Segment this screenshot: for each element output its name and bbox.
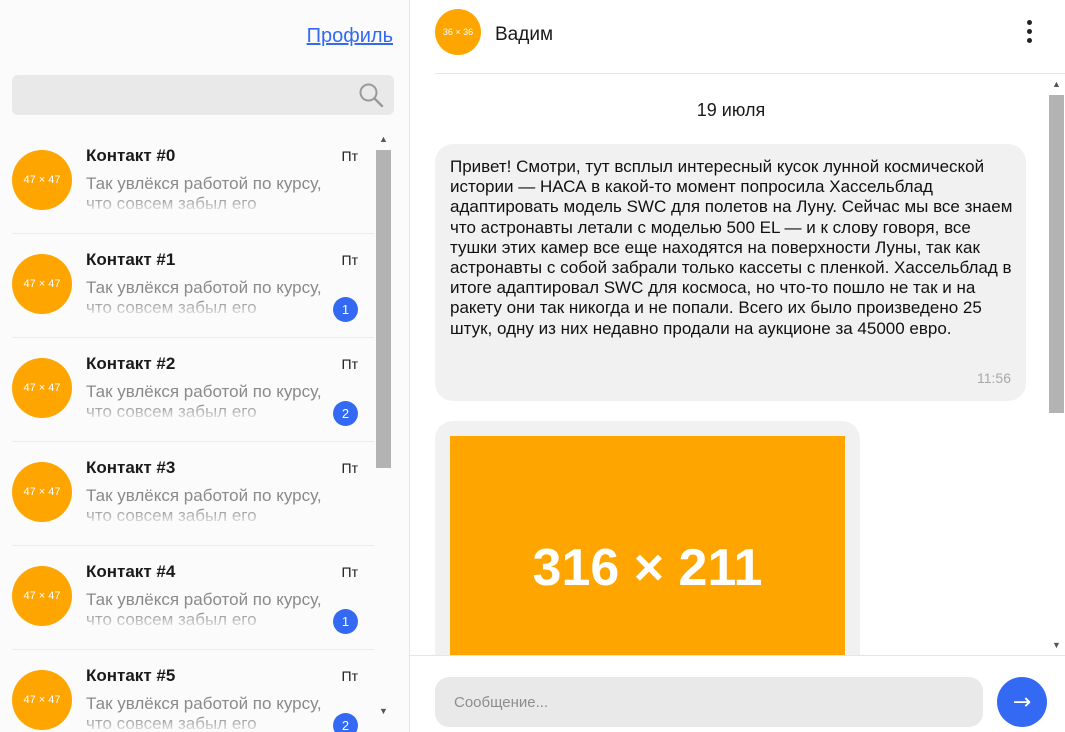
scrollbar-thumb[interactable] [376, 150, 391, 468]
send-button[interactable]: → [997, 677, 1047, 727]
contact-name: Контакт #5 [86, 666, 176, 685]
contact-item[interactable]: 47 × 47 Контакт #2 Пт Так увлёкся работо… [12, 338, 374, 442]
contact-name: Контакт #4 [86, 562, 176, 581]
chat-header: 36 × 36 Вадим [435, 0, 1065, 74]
contact-item[interactable]: 47 × 47 Контакт #3 Пт Так увлёкся работо… [12, 442, 374, 546]
message-image[interactable]: 316 × 211 [450, 436, 845, 655]
scroll-up-icon[interactable]: ▲ [375, 132, 392, 146]
avatar[interactable]: 36 × 36 [435, 9, 481, 55]
contact-time: Пт [341, 356, 358, 372]
search-icon[interactable] [358, 82, 384, 108]
contact-list-scrollbar[interactable]: ▲ ▼ [375, 130, 392, 725]
contact-name: Контакт #2 [86, 354, 176, 373]
scroll-up-icon[interactable]: ▲ [1048, 77, 1065, 91]
avatar: 47 × 47 [12, 462, 72, 522]
contact-item[interactable]: 47 × 47 Контакт #5 Пт Так увлёкся работо… [12, 650, 374, 732]
message-preview: Так увлёкся работой по курсу, что совсем… [86, 174, 326, 214]
message-preview: Так увлёкся работой по курсу, что совсем… [86, 486, 326, 526]
unread-badge: 2 [333, 713, 358, 732]
contact-name: Контакт #3 [86, 458, 176, 477]
unread-badge: 1 [333, 297, 358, 322]
avatar: 47 × 47 [12, 254, 72, 314]
message-composer: → [410, 655, 1065, 732]
contact-time: Пт [341, 564, 358, 580]
message-time: 11:56 [977, 370, 1011, 386]
image-message-bubble: 316 × 211 [435, 421, 860, 655]
message-list: 19 июля Привет! Смотри, тут всплыл интер… [435, 75, 1048, 655]
unread-badge: 1 [333, 609, 358, 634]
avatar: 47 × 47 [12, 566, 72, 626]
unread-badge: 2 [333, 401, 358, 426]
contact-time: Пт [341, 148, 358, 164]
contact-time: Пт [341, 460, 358, 476]
date-divider: 19 июля [696, 100, 766, 120]
avatar: 47 × 47 [12, 358, 72, 418]
contact-item[interactable]: 47 × 47 Контакт #4 Пт Так увлёкся работо… [12, 546, 374, 650]
scrollbar-thumb[interactable] [1049, 95, 1064, 413]
scroll-down-icon[interactable]: ▼ [375, 704, 392, 718]
message-input[interactable] [435, 677, 983, 727]
search-input[interactable] [12, 75, 394, 115]
profile-link[interactable]: Профиль [307, 25, 393, 48]
avatar: 47 × 47 [12, 150, 72, 210]
message-bubble: Привет! Смотри, тут всплыл интересный ку… [435, 144, 1026, 401]
chat-panel: 36 × 36 Вадим 19 июля Привет! Смотри, ту… [410, 0, 1065, 732]
contact-time: Пт [341, 668, 358, 684]
contact-list: 47 × 47 Контакт #0 Пт Так увлёкся работо… [0, 130, 392, 732]
contact-item[interactable]: 47 × 47 Контакт #0 Пт Так увлёкся работо… [12, 130, 374, 234]
message-preview: Так увлёкся работой по курсу, что совсем… [86, 590, 326, 630]
message-list-scrollbar[interactable]: ▲ ▼ [1048, 75, 1065, 655]
sidebar: Профиль 47 × 47 Контакт #0 Пт Так увлёкс… [0, 0, 410, 732]
chat-contact-name: Вадим [495, 24, 554, 45]
message-preview: Так увлёкся работой по курсу, что совсем… [86, 694, 326, 732]
more-vertical-icon[interactable] [1023, 20, 1035, 48]
scroll-down-icon[interactable]: ▼ [1048, 638, 1065, 652]
contact-time: Пт [341, 252, 358, 268]
message-preview: Так увлёкся работой по курсу, что совсем… [86, 382, 326, 422]
avatar: 47 × 47 [12, 670, 72, 730]
contact-name: Контакт #0 [86, 146, 176, 165]
message-text: Привет! Смотри, тут всплыл интересный ку… [450, 157, 1013, 338]
message-preview: Так увлёкся работой по курсу, что совсем… [86, 278, 326, 318]
contact-name: Контакт #1 [86, 250, 176, 269]
contact-item[interactable]: 47 × 47 Контакт #1 Пт Так увлёкся работо… [12, 234, 374, 338]
